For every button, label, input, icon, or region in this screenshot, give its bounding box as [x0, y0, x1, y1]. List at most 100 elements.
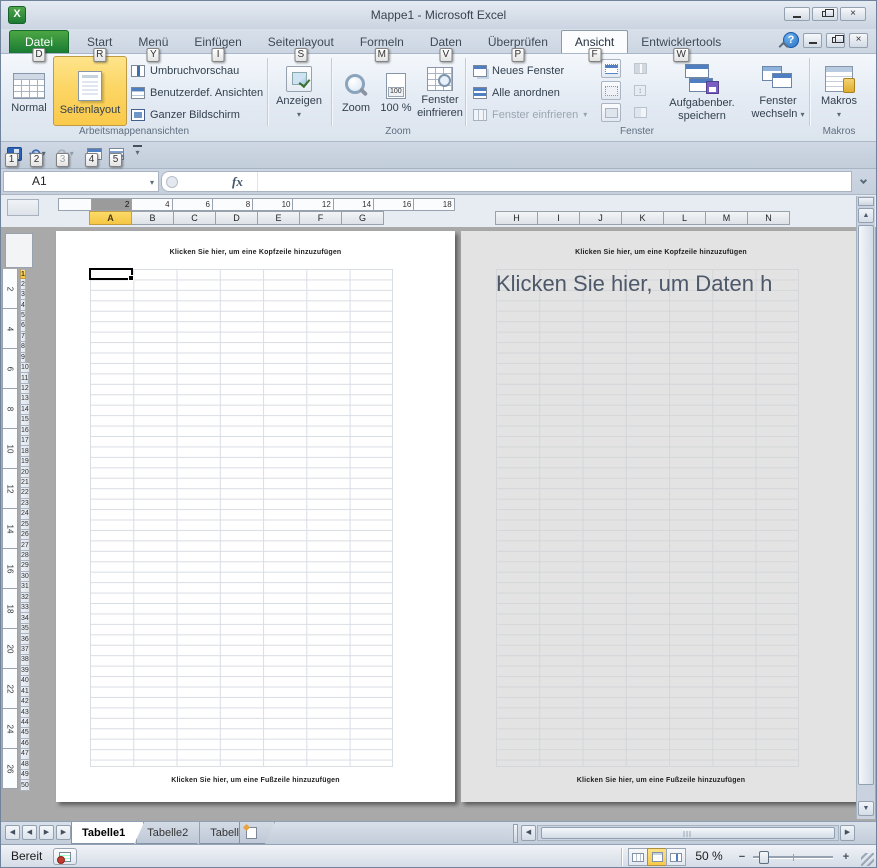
show-group-button[interactable]: Anzeigen ▾: [273, 56, 325, 126]
column-header[interactable]: E: [257, 211, 300, 225]
row-header[interactable]: 3: [20, 290, 26, 300]
row-header[interactable]: 6: [20, 321, 26, 331]
row-header[interactable]: 34: [20, 613, 30, 623]
row-header[interactable]: 12: [20, 384, 30, 394]
page-layout-button[interactable]: Seitenlayout: [53, 56, 127, 126]
ribbon-tab[interactable]: Menü Y: [125, 31, 181, 53]
column-header[interactable]: A: [89, 211, 132, 225]
resize-grip[interactable]: [861, 853, 874, 866]
row-header[interactable]: 16: [20, 426, 30, 436]
zoom-100-button[interactable]: 100 %: [379, 56, 413, 126]
row-header[interactable]: 28: [20, 551, 30, 561]
row-header[interactable]: 48: [20, 760, 30, 770]
insert-worksheet-button[interactable]: [239, 822, 275, 844]
window-option-button[interactable]: Fenster einfrieren ▾: [473, 105, 587, 125]
footer-prompt[interactable]: Klicken Sie hier, um eine Fußzeile hinzu…: [461, 777, 861, 784]
restore-button[interactable]: [812, 7, 838, 21]
row-header[interactable]: 27: [20, 540, 30, 550]
formula-input[interactable]: [257, 172, 849, 191]
row-header[interactable]: 11: [20, 373, 29, 383]
row-header[interactable]: 7: [20, 332, 26, 342]
footer-prompt[interactable]: Klicken Sie hier, um eine Fußzeile hinzu…: [56, 777, 455, 784]
minimize-button[interactable]: [784, 7, 810, 21]
scroll-right-button[interactable]: ▶: [840, 825, 855, 841]
ribbon-tab[interactable]: Start R: [74, 31, 125, 53]
page-1[interactable]: Klicken Sie hier, um eine Kopfzeile hinz…: [56, 231, 455, 802]
view-option-button[interactable]: Benutzerdef. Ansichten: [131, 83, 263, 103]
row-header[interactable]: 25: [20, 520, 30, 530]
window-option-button[interactable]: Alle anordnen: [473, 83, 565, 103]
sheet-tab[interactable]: Tabelle2: [136, 822, 207, 844]
customize-qat-button[interactable]: ▾: [133, 145, 142, 163]
insert-function-button[interactable]: fx: [232, 174, 243, 190]
scroll-down-button[interactable]: ▼: [858, 801, 874, 816]
row-header[interactable]: 9: [20, 353, 26, 363]
column-header[interactable]: B: [131, 211, 174, 225]
row-header[interactable]: 32: [20, 593, 30, 603]
row-header[interactable]: 44: [20, 718, 30, 728]
ribbon-tab[interactable]: Entwicklertools W: [628, 31, 734, 53]
row-header[interactable]: 15: [20, 415, 30, 425]
first-sheet-button[interactable]: ◀: [5, 825, 20, 840]
previous-sheet-button[interactable]: ◀: [22, 825, 37, 840]
ribbon-tab[interactable]: Seitenlayout S: [255, 31, 347, 53]
workbook-close-button[interactable]: ×: [849, 33, 868, 48]
row-header[interactable]: 5: [20, 311, 26, 321]
tab-splitter[interactable]: [513, 824, 518, 843]
zoom-slider-thumb[interactable]: [759, 851, 769, 864]
view-option-button[interactable]: Umbruchvorschau: [131, 61, 239, 81]
column-header[interactable]: F: [299, 211, 342, 225]
select-all-corner[interactable]: [7, 199, 39, 216]
next-sheet-button[interactable]: ▶: [39, 825, 54, 840]
row-header[interactable]: 26: [20, 530, 30, 540]
row-header[interactable]: 23: [20, 499, 30, 509]
row-header[interactable]: 36: [20, 634, 30, 644]
row-header[interactable]: 49: [20, 770, 30, 780]
row-header[interactable]: 21: [20, 478, 30, 488]
scroll-up-button[interactable]: ▲: [858, 208, 874, 223]
zoom-level-button[interactable]: 50 %: [689, 849, 729, 863]
column-header[interactable]: D: [215, 211, 258, 225]
workbook-restore-button[interactable]: [826, 33, 845, 48]
last-sheet-button[interactable]: ▶: [56, 825, 71, 840]
row-header[interactable]: 14: [20, 405, 30, 415]
ribbon-tab[interactable]: Ansicht F: [561, 30, 628, 53]
view-option-button[interactable]: Ganzer Bildschirm: [131, 105, 240, 125]
column-header[interactable]: N: [747, 211, 790, 225]
scrollbar-thumb[interactable]: [858, 225, 874, 785]
ribbon-tab[interactable]: Daten V: [417, 31, 475, 53]
close-button[interactable]: ×: [840, 7, 866, 21]
hide-window-button[interactable]: [601, 81, 621, 100]
row-header[interactable]: 2: [20, 279, 26, 289]
column-header[interactable]: J: [579, 211, 622, 225]
expand-formula-bar-button[interactable]: [856, 174, 873, 191]
row-header[interactable]: 41: [20, 687, 30, 697]
column-header[interactable]: C: [173, 211, 216, 225]
ribbon-tab[interactable]: Datei D: [9, 30, 69, 53]
add-data-prompt[interactable]: Klicken Sie hier, um Daten h: [496, 271, 799, 307]
save-workspace-button[interactable]: Aufgabenber. speichern: [659, 56, 745, 126]
row-header[interactable]: 20: [20, 467, 30, 477]
switch-windows-button[interactable]: Fenster wechseln ▾: [749, 56, 807, 126]
normal-view-button[interactable]: Normal: [7, 56, 51, 126]
cell-grid[interactable]: [496, 269, 799, 767]
zoom-freeze-button[interactable]: Fenster einfrieren: [415, 56, 465, 126]
sheet-tab[interactable]: Tabelle1: [71, 822, 144, 844]
record-macro-button[interactable]: [53, 848, 77, 865]
zoom-in-button[interactable]: +: [839, 851, 853, 863]
synchronous-scrolling-button[interactable]: ↕: [629, 81, 651, 100]
header-prompt[interactable]: Klicken Sie hier, um eine Kopfzeile hinz…: [56, 249, 455, 256]
window-option-button[interactable]: Neues Fenster: [473, 61, 569, 81]
row-header[interactable]: 18: [20, 446, 30, 456]
column-header[interactable]: K: [621, 211, 664, 225]
row-header[interactable]: 35: [20, 624, 30, 634]
header-prompt[interactable]: Klicken Sie hier, um eine Kopfzeile hinz…: [461, 249, 861, 256]
page-2[interactable]: Klicken Sie hier, um eine Kopfzeile hinz…: [461, 231, 861, 802]
row-header[interactable]: 8: [20, 342, 26, 352]
view-side-by-side-button[interactable]: [629, 59, 651, 78]
macros-button[interactable]: Makros ▾: [815, 56, 863, 126]
cell-grid[interactable]: [90, 269, 393, 767]
split-button[interactable]: [601, 59, 621, 78]
unhide-window-button[interactable]: [601, 103, 621, 122]
row-header[interactable]: 4: [20, 300, 26, 310]
